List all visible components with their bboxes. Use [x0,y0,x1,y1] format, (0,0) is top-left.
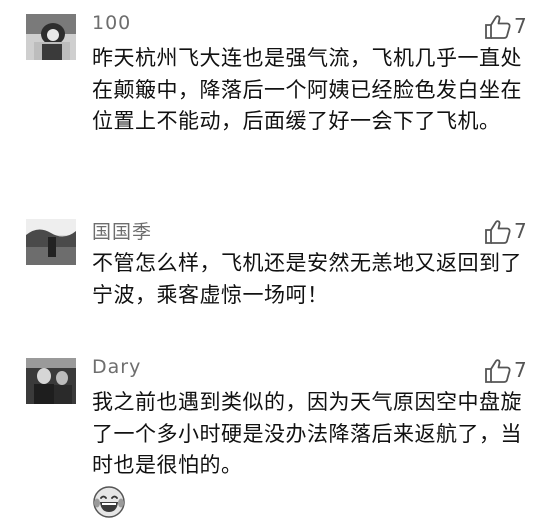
username[interactable]: Dary [92,356,141,378]
like-count: 7 [514,358,527,382]
like-button[interactable]: 7 [484,358,544,388]
comment-text: 我之前也遇到类似的，因为天气原因空中盘旋了一个多小时硬是没办法降落后来返航了，当… [92,390,522,477]
avatar[interactable] [26,14,76,60]
avatar[interactable] [26,358,76,404]
like-count: 7 [514,14,527,38]
like-button[interactable]: 7 [484,14,544,44]
username[interactable]: 国国季 [92,217,152,244]
like-count: 7 [514,219,527,243]
like-button[interactable]: 7 [484,219,544,249]
username[interactable]: 100 [92,12,131,34]
laughing-crying-emoji-icon [92,485,126,519]
avatar[interactable] [26,219,76,265]
comment-text: 昨天杭州飞大连也是强气流，飞机几乎一直处在颠簸中，降落后一个阿姨已经脸色发白坐在… [92,46,522,133]
comment-text: 不管怎么样，飞机还是安然无恙地又返回到了宁波，乘客虚惊一场呵！ [92,251,522,307]
